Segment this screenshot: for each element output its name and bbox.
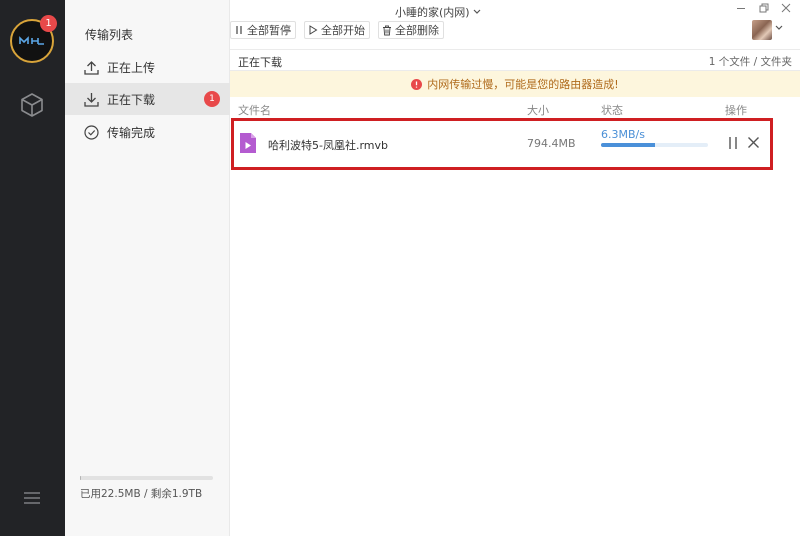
column-header-name[interactable]: 文件名 [238,102,271,118]
start-all-button[interactable]: 全部开始 [304,21,370,39]
chevron-down-icon[interactable] [775,25,783,31]
download-progress-bar [601,143,708,147]
sidebar-item-label: 传输完成 [107,125,156,140]
trash-icon [382,25,392,36]
download-count-badge: 1 [204,91,220,107]
menu-icon[interactable] [24,492,40,507]
file-size: 794.4MB [527,137,576,150]
toolbar: 全部暂停 全部开始 全部删除 [230,21,452,39]
storage-usage-bar [80,476,213,480]
warning-icon [411,78,423,90]
video-file-icon [239,132,257,157]
pause-all-button[interactable]: 全部暂停 [230,21,296,39]
play-icon [308,25,318,35]
column-header-ops: 操作 [725,104,747,117]
section-title: 正在下载 [238,56,282,69]
column-header-size[interactable]: 大小 [527,102,549,118]
close-icon [748,137,759,148]
minimize-button[interactable] [735,2,747,17]
download-speed: 6.3MB/s [601,128,645,141]
section-header: 正在下载 1 个文件 / 文件夹 [230,49,800,71]
avatar[interactable] [752,20,772,40]
close-icon [781,3,791,13]
sidebar-title: 传输列表 [85,28,134,42]
window-title[interactable]: 小睡的家(内网) [395,4,481,20]
download-progress-fill [601,143,655,147]
minimize-icon [737,8,745,9]
storage-usage-text: 已用22.5MB / 剩余1.9TB [80,488,203,500]
chevron-down-icon [473,9,481,14]
delete-all-button[interactable]: 全部删除 [378,21,444,39]
notification-badge: 1 [40,15,57,32]
check-circle-icon [84,124,99,140]
warning-text: 内网传输过慢，可能是您的路由器造成! [427,78,619,91]
sidebar-item-completed[interactable]: 传输完成 [65,116,230,148]
file-count: 1 个文件 / 文件夹 [708,56,792,68]
cube-icon[interactable] [21,93,43,120]
sidebar-item-uploading[interactable]: 正在上传 [65,51,230,83]
column-header-status: 状态 [601,104,623,117]
download-icon [84,92,99,107]
cancel-download-button[interactable] [747,136,760,152]
restore-button[interactable] [758,2,770,17]
close-window-button[interactable] [780,2,792,17]
left-rail: 1 [0,0,65,536]
warning-banner: 内网传输过慢，可能是您的路由器造成! [230,71,800,97]
sidebar-item-label: 正在上传 [107,60,156,75]
storage-usage-fill [80,476,81,480]
start-all-label: 全部开始 [321,24,365,37]
upload-icon [84,60,99,75]
pause-icon [234,25,244,35]
pause-all-label: 全部暂停 [247,24,291,37]
sidebar-item-downloading[interactable]: 正在下载 1 [65,83,230,115]
delete-all-label: 全部删除 [395,24,439,37]
restore-icon [759,3,769,13]
pause-icon [729,137,737,149]
window-title-text: 小睡的家(内网) [395,6,470,19]
logo-mark-icon [19,36,44,45]
pause-download-button[interactable] [727,136,739,153]
transfer-sidebar: 传输列表 正在上传 正在下载 1 传输完成 已用22.5MB / 剩余1.9TB [65,0,230,536]
table-row[interactable]: 哈利波特5-凤凰社.rmvb 794.4MB 6.3MB/s [237,123,768,165]
file-name: 哈利波特5-凤凰社.rmvb [268,139,389,152]
sidebar-item-label: 正在下载 [107,92,156,107]
